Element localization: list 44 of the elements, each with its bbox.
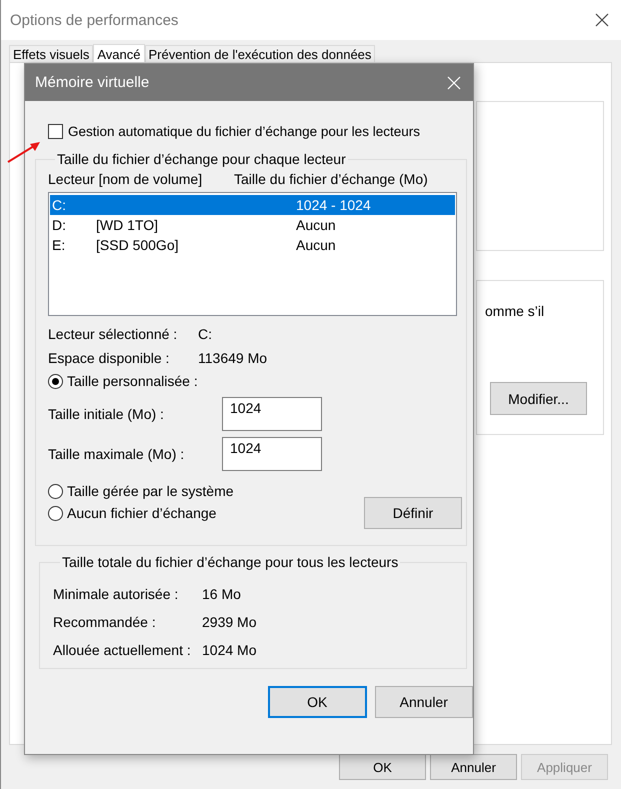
total-value: 16 Mo (202, 586, 241, 602)
drive-row[interactable]: C: 1024 - 1024 (50, 195, 455, 215)
total-label: Recommandée : (53, 614, 157, 630)
annotation-arrow (6, 140, 42, 164)
column-header: Taille du fichier d’échange (Mo) (234, 171, 428, 187)
field-label: Taille maximale (Mo) : (48, 446, 186, 462)
drive-row[interactable]: D: [WD 1TO] Aucun (50, 215, 455, 235)
radio-label[interactable]: Aucun fichier d’échange (67, 505, 216, 521)
radio-label[interactable]: Taille personnalisée : (67, 373, 198, 389)
group-title: Taille totale du fichier d’échange pour tous les lecteurs (61, 554, 400, 570)
close-icon[interactable] (595, 13, 609, 27)
radio-label[interactable]: Taille gérée par le système (67, 483, 234, 499)
drive-list[interactable]: C: 1024 - 1024 D: [WD 1TO] Aucun E: [SSD 500Go] Aucun (48, 192, 457, 316)
input-field[interactable]: 1024 (222, 437, 322, 471)
tab[interactable]: Avancé (93, 44, 144, 62)
dialog-button[interactable]: OK (339, 754, 426, 780)
radio-button[interactable] (48, 506, 63, 520)
radio-button[interactable] (48, 484, 63, 498)
input-field[interactable]: 1024 (222, 397, 322, 431)
dialog-button[interactable]: Annuler (374, 686, 473, 718)
info-value: 113649 Mo (198, 350, 268, 366)
set-button[interactable]: Définir (364, 497, 462, 529)
modify-button[interactable]: Modifier... (490, 382, 587, 415)
checkbox-label[interactable]: Gestion automatique du fichier d’échange pour les lecteurs (68, 124, 420, 139)
info-value: C: (198, 326, 212, 342)
window-title: Options de performances (10, 12, 178, 28)
dialog-title: Mémoire virtuelle (35, 74, 150, 91)
total-label: Allouée actuellement : (53, 642, 192, 658)
drive-row[interactable]: E: [SSD 500Go] Aucun (50, 235, 455, 255)
info-label: Lecteur sélectionné : (48, 326, 178, 342)
description-text: omme s’il (485, 303, 544, 319)
tab[interactable]: Prévention de l'exécution des données (144, 45, 376, 62)
field-label: Taille initiale (Mo) : (48, 406, 165, 422)
radio-button[interactable] (48, 374, 63, 388)
group-title: Taille du fichier d’échange pour chaque lecteur (56, 151, 347, 167)
checkbox[interactable] (48, 124, 63, 139)
dialog-button[interactable]: OK (268, 686, 367, 718)
column-header: Lecteur [nom de volume] (48, 171, 204, 187)
tab[interactable]: Effets visuels (9, 45, 94, 62)
total-label: Minimale autorisée : (53, 586, 180, 602)
dialog-button[interactable]: Annuler (430, 754, 517, 780)
total-value: 2939 Mo (202, 614, 256, 630)
total-value: 1024 Mo (202, 642, 256, 658)
info-label: Espace disponible : (48, 350, 170, 366)
